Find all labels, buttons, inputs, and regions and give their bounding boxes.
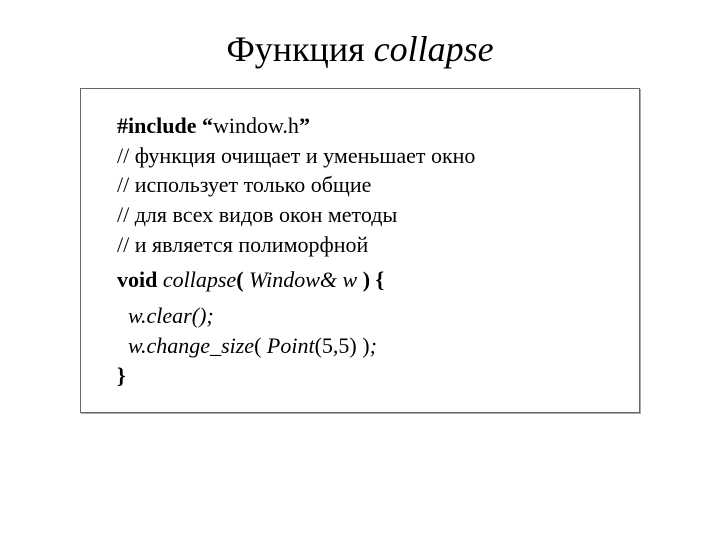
include-keyword: #include “ [117, 113, 213, 138]
code-line-2: // функция очищает и уменьшает окно [117, 141, 619, 171]
code-box: #include “window.h” // функция очищает и… [80, 88, 640, 413]
slide: Функция collapse #include “window.h” // … [0, 0, 720, 540]
param: Window& w [249, 267, 357, 292]
paren-open: ( [236, 267, 249, 292]
semicolon: ; [370, 333, 377, 358]
call-paren: ( [254, 333, 267, 358]
code-line-9: } [117, 361, 619, 391]
include-close: ” [299, 113, 310, 138]
title-word-1: Функция [226, 29, 373, 69]
func-name: collapse [163, 267, 236, 292]
paren-brace: ) { [357, 267, 384, 292]
code-line-8: w.change_size( Point(5,5) ); [117, 331, 619, 361]
code-line-1: #include “window.h” [117, 111, 619, 141]
point-args: (5,5) ) [315, 333, 370, 358]
point-type: Point [267, 333, 315, 358]
code-line-3: // использует только общие [117, 170, 619, 200]
slide-title: Функция collapse [0, 0, 720, 88]
call-name: w.change_size [117, 333, 254, 358]
code-line-7: w.clear(); [117, 301, 619, 331]
code-line-4: // для всех видов окон методы [117, 200, 619, 230]
void-keyword: void [117, 267, 163, 292]
code-line-5: // и является полиморфной [117, 230, 619, 260]
include-file: window.h [213, 113, 299, 138]
title-word-2: collapse [374, 29, 494, 69]
code-line-6: void collapse( Window& w ) { [117, 265, 619, 295]
